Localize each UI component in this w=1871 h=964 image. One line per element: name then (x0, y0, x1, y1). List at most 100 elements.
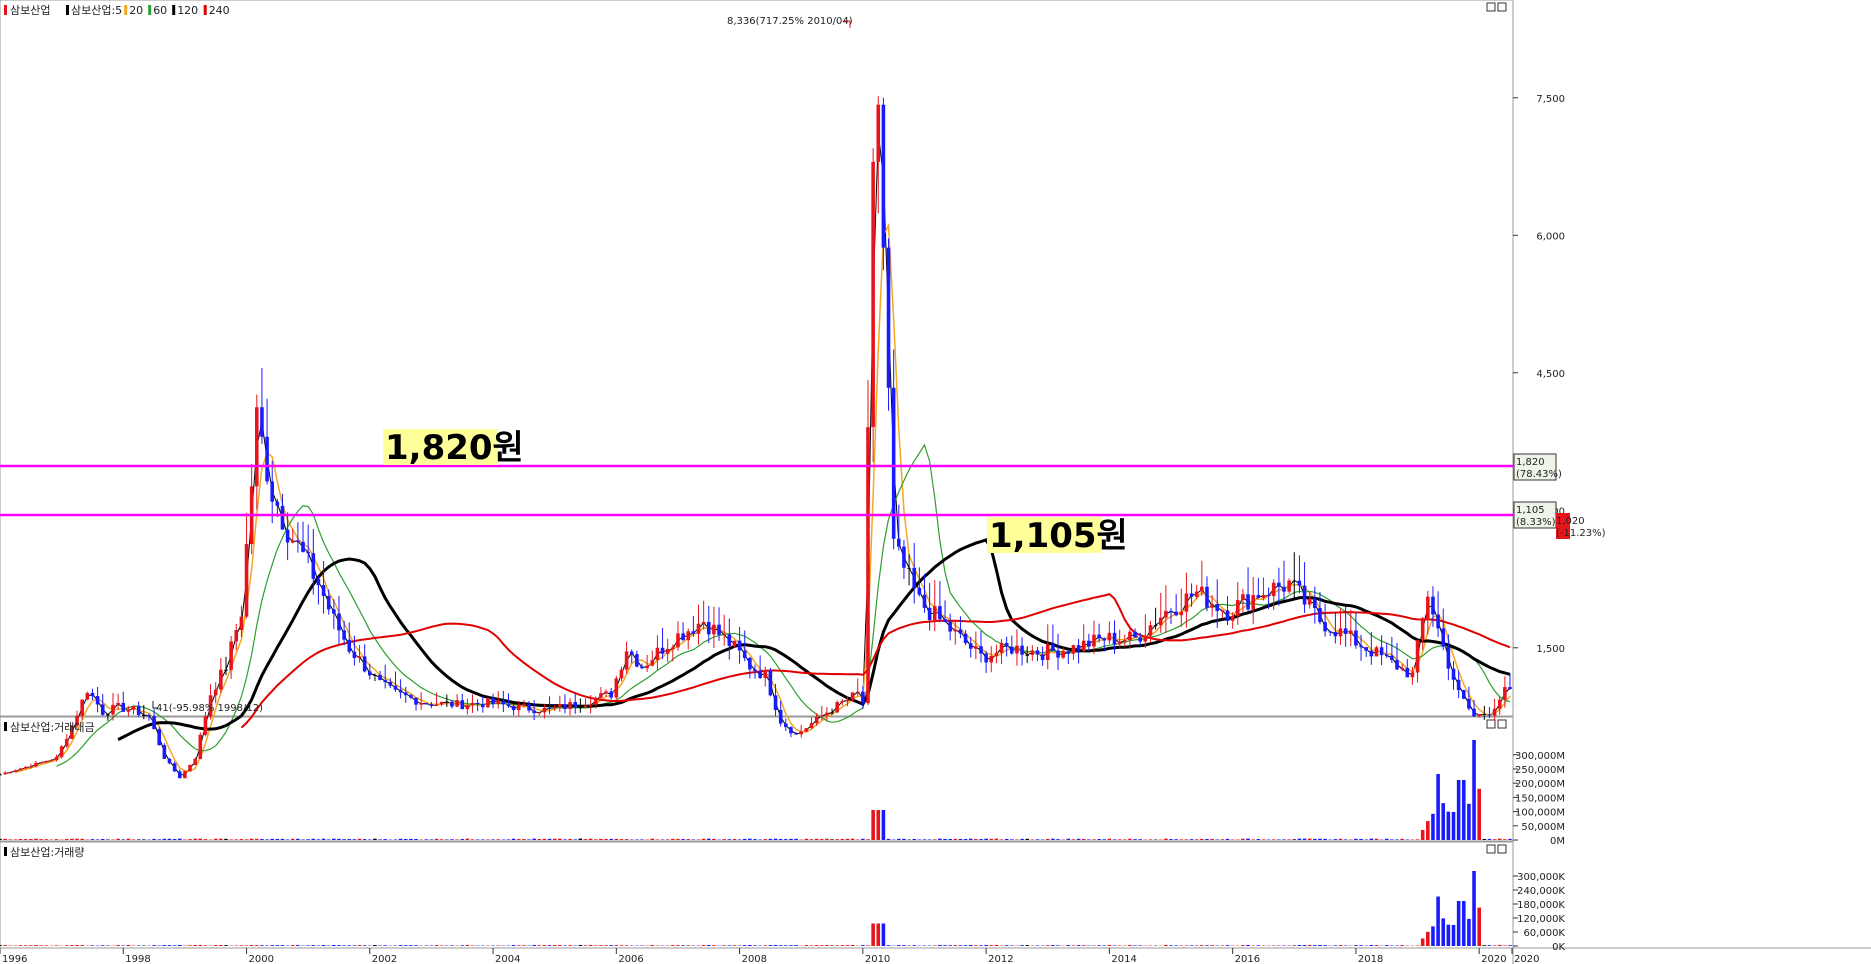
candle-body (989, 655, 994, 663)
value-bar (157, 839, 162, 840)
value-bar (624, 839, 629, 840)
candle-body (583, 705, 588, 708)
candle-body (681, 633, 685, 641)
volume-bar (784, 945, 788, 946)
value-bar (1169, 839, 1173, 840)
value-bar (290, 838, 295, 840)
candle-body (825, 712, 829, 716)
candle-body (686, 631, 691, 641)
legend-ma-marker (66, 5, 69, 15)
candle-body (321, 585, 326, 596)
volume-bar (701, 945, 706, 946)
close-icon[interactable] (1497, 844, 1507, 854)
minimize-icon[interactable] (1486, 719, 1496, 729)
volume-bar (177, 944, 182, 946)
value-bar (825, 838, 829, 840)
value-bar (1426, 821, 1430, 840)
x-tick-label: 2006 (618, 954, 643, 964)
candle-body (676, 633, 680, 648)
value-bar (1477, 788, 1481, 840)
candle-body (337, 613, 341, 631)
candle-body (665, 648, 670, 654)
value-bar (1066, 838, 1071, 840)
value-bar (819, 839, 824, 840)
candle-body (403, 692, 408, 696)
candle-body (1318, 607, 1322, 623)
value-bar (897, 838, 901, 840)
candle-body (460, 700, 465, 710)
value-bar (948, 838, 952, 840)
value-bar (532, 838, 536, 840)
value-bar (1277, 839, 1281, 840)
value-bar (424, 839, 429, 840)
value-bar (763, 839, 768, 840)
price-panel (0, 0, 1514, 717)
value-bar (696, 839, 701, 840)
volume-bar (383, 945, 387, 946)
minimize-icon[interactable] (1486, 844, 1496, 854)
volume-bar (1128, 945, 1132, 946)
value-bar (968, 838, 973, 840)
volume-bar (624, 945, 629, 946)
volume-bar (306, 945, 310, 946)
volume-bar (588, 944, 593, 946)
volume-bar (768, 945, 773, 946)
candle-body (532, 710, 536, 714)
value-bar (177, 838, 182, 840)
value-bar (861, 838, 865, 840)
volume-bar (963, 945, 968, 946)
candle-body (516, 704, 521, 711)
value-bar (116, 838, 120, 840)
volume-bar (753, 945, 757, 946)
volume-bar (968, 945, 973, 946)
candle-body (1456, 679, 1461, 691)
volume-bar (275, 945, 280, 946)
volume-bar (1056, 945, 1060, 946)
candle-body (712, 624, 716, 635)
value-bar (306, 839, 310, 840)
close-icon[interactable] (1497, 2, 1507, 12)
callout-label: 1,820원 (385, 428, 524, 468)
volume-bar (465, 944, 470, 946)
candle-body (1390, 655, 1394, 661)
candle-body (1035, 650, 1040, 655)
candle-body (54, 756, 59, 760)
value-bar (296, 838, 300, 840)
value-bar (429, 839, 434, 840)
candle-body (172, 763, 177, 772)
candle-body (198, 734, 203, 759)
candle-body (1277, 582, 1281, 587)
candle-body (270, 481, 275, 502)
volume-bar (1292, 945, 1297, 946)
value-bar (44, 839, 49, 840)
volume-bar (0, 945, 2, 946)
candle-body (193, 758, 197, 765)
candle-body (1164, 610, 1168, 618)
candle-body (296, 540, 300, 542)
value-bar (686, 839, 691, 840)
candle-body (388, 682, 393, 686)
volume-bar (239, 945, 244, 946)
legend-ma-marker (124, 5, 128, 15)
volume-bar (619, 945, 624, 946)
candle-body (1200, 586, 1204, 592)
minimize-icon[interactable] (1486, 2, 1496, 12)
close-icon[interactable] (1497, 719, 1507, 729)
value-bar (1200, 838, 1204, 840)
value-bar (80, 838, 84, 840)
value-bar (64, 839, 69, 840)
candle-body (645, 665, 649, 669)
candle-body (635, 654, 639, 667)
volume-bar (1482, 945, 1487, 946)
candle-body (1020, 645, 1024, 655)
candle-body (203, 716, 208, 735)
volume-bar (1020, 945, 1024, 946)
volume-bar (1117, 945, 1122, 946)
y-tick-label: 4,500 (1536, 369, 1565, 380)
candle-body (265, 436, 269, 482)
value-bar (917, 839, 922, 840)
value-bar (193, 838, 197, 840)
value-bar (1487, 838, 1492, 840)
candle-body (1076, 645, 1081, 651)
x-tick-label: 2016 (1235, 954, 1260, 964)
